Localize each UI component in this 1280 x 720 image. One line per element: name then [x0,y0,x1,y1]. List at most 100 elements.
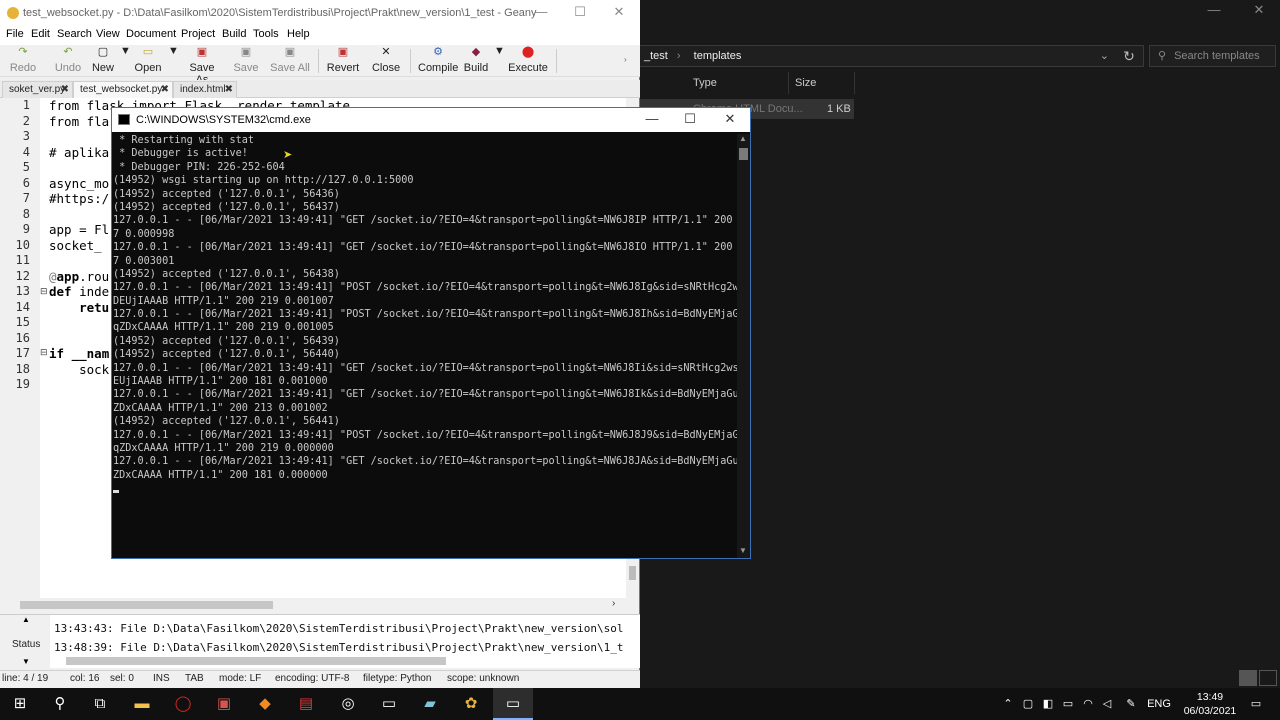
explorer-address-bar[interactable]: _test › templates ⌄ [639,45,1144,67]
address-dropdown-icon[interactable]: ⌄ [1100,46,1109,66]
keyword: def [49,284,72,299]
menu-edit[interactable]: Edit [31,28,50,40]
tab-close-icon[interactable]: ✖ [61,82,69,98]
editor-horizontal-scrollbar[interactable]: › [0,598,626,612]
geany-toolbar: ↷Redo ↶Undo ▢New ▼ ▭Open ▼ ▣Save As ▣Sav… [0,45,640,86]
menu-help[interactable]: Help [287,28,310,40]
new-button[interactable]: ▢ New [90,45,116,77]
close-button[interactable]: ✕ Close [370,45,402,77]
geany-minimize-button[interactable]: — [528,4,554,22]
explorer-search-input[interactable]: ⚲ Search templates [1149,45,1276,67]
geany-maximize-button[interactable]: ☐ [567,4,593,22]
save-button[interactable]: ▣ Save [232,45,260,77]
notepad-app-icon[interactable]: ▰ [410,688,450,720]
save-as-button[interactable]: ▣Save As [182,45,222,86]
taskbar-clock[interactable]: 13:49 06/03/2021 [1170,690,1250,718]
refresh-icon[interactable]: ↻ [1117,45,1141,67]
toolbar-separator [318,49,319,73]
geany-close-button[interactable]: ✕ [606,4,632,22]
terminal-app-icon[interactable]: ▭ [369,688,409,720]
scroll-thumb[interactable] [20,601,273,609]
github-icon[interactable]: ◎ [328,688,368,720]
details-view-icon[interactable] [1239,670,1257,686]
menu-search[interactable]: Search [57,28,92,40]
build-dropdown-icon[interactable]: ▼ [494,45,505,77]
red-app-icon[interactable]: ▣ [204,688,244,720]
cmd-close-button[interactable]: ✕ [712,111,748,129]
toolbar-overflow-icon[interactable]: › [624,55,627,67]
revert-button[interactable]: ▣ Revert [326,45,360,77]
opera-browser-icon[interactable]: ◯ [163,688,203,720]
execute-button[interactable]: ⬤ Execute [508,45,548,77]
save-all-button[interactable]: ▣ Save All [270,45,310,77]
notification-icon[interactable]: ▭ [1244,688,1268,720]
address-segment-current[interactable]: templates [694,50,742,62]
menu-view[interactable]: View [96,28,120,40]
menu-project[interactable]: Project [181,28,215,40]
text-editor-app-icon[interactable]: ▤ [286,688,326,720]
scroll-right-icon[interactable]: › [612,598,615,609]
console-line: (14952) accepted ('127.0.0.1', 56436) [113,188,340,200]
language-indicator[interactable]: ENG [1146,688,1172,720]
cmd-maximize-button[interactable]: ☐ [672,111,708,129]
explorer-close-button[interactable]: ✕ [1239,2,1279,20]
message-scrollbar[interactable] [66,657,446,665]
geany-taskbar-icon[interactable]: ✿ [451,688,491,720]
column-type[interactable]: Type [687,72,789,94]
open-dropdown-icon[interactable]: ▼ [168,45,179,77]
scroll-thumb[interactable] [629,566,636,580]
decorator-at: @ [49,268,57,284]
line-number: 1 [22,98,30,112]
tab-index-html[interactable]: index.html ✖ [173,81,237,98]
mouse-cursor-icon: ➤ [283,149,293,161]
orange-app-icon[interactable]: ◆ [245,688,285,720]
compile-button[interactable]: ⚙ Compile [418,45,458,77]
save-icon: ▣ [240,46,252,58]
redo-button[interactable]: ↷ Redo [6,45,40,77]
tab-close-icon[interactable]: ✖ [225,82,233,98]
scroll-up-icon[interactable]: ▲ [739,134,747,143]
menu-build[interactable]: Build [222,28,246,40]
column-size[interactable]: Size [789,72,855,94]
build-icon: ◆ [471,46,481,58]
volume-icon[interactable]: ◁ [1099,688,1115,720]
tab-close-icon[interactable]: ✖ [161,82,169,98]
scroll-thumb[interactable] [739,148,748,160]
task-view-icon[interactable]: ⧉ [80,688,120,720]
start-windows-icon[interactable]: ⊞ [0,688,40,720]
cmd-vertical-scrollbar[interactable]: ▲ ▼ [737,134,750,558]
tab-test-websocket[interactable]: test_websocket.py ✖ [73,81,173,98]
scroll-down-icon[interactable]: ▼ [739,546,747,555]
open-folder-icon: ▭ [142,46,154,58]
pen-icon[interactable]: ✎ [1121,688,1141,720]
message-scroll-down-icon[interactable]: ▼ [22,657,30,666]
line-number: 10 [15,237,30,252]
fold-toggle-icon[interactable]: ⊟ [40,286,48,297]
wifi-icon[interactable]: ◠ [1079,688,1097,720]
open-button[interactable]: ▭ Open [133,45,163,77]
show-hidden-icons-icon[interactable]: ⌃ [1000,688,1016,720]
large-icons-view-icon[interactable] [1259,670,1277,686]
message-scroll-up-icon[interactable]: ▲ [22,615,30,624]
tray-device-icon[interactable]: ◧ [1039,688,1057,720]
tray-app-icon[interactable]: ▢ [1019,688,1037,720]
cmd-taskbar-icon[interactable]: ▭ [493,688,533,720]
file-explorer-icon[interactable]: ▬ [122,688,162,720]
message-window: ▲ Status ▼ 13:43:43: File D:\Data\Fasilk… [0,614,640,669]
address-segment-parent[interactable]: _test [644,50,668,62]
new-dropdown-icon[interactable]: ▼ [120,45,131,77]
battery-icon[interactable]: ▭ [1059,688,1077,720]
build-button[interactable]: ◆ Build [462,45,490,77]
tab-soket-ver[interactable]: soket_ver.py ✖ [2,81,73,98]
menu-tools[interactable]: Tools [253,28,279,40]
cmd-minimize-button[interactable]: — [634,111,670,129]
explorer-restore-button[interactable] [1199,2,1239,20]
search-icon[interactable]: ⚲ [40,688,80,720]
undo-button[interactable]: ↶ Undo [50,45,86,77]
menu-document[interactable]: Document [126,28,176,40]
status-col: col: 16 [70,673,100,684]
console-output[interactable]: * Restarting with stat * Debugger is act… [113,134,737,558]
menu-file[interactable]: File [6,28,24,40]
tab-status[interactable]: Status [12,639,40,650]
fold-toggle-icon[interactable]: ⊟ [40,347,48,358]
